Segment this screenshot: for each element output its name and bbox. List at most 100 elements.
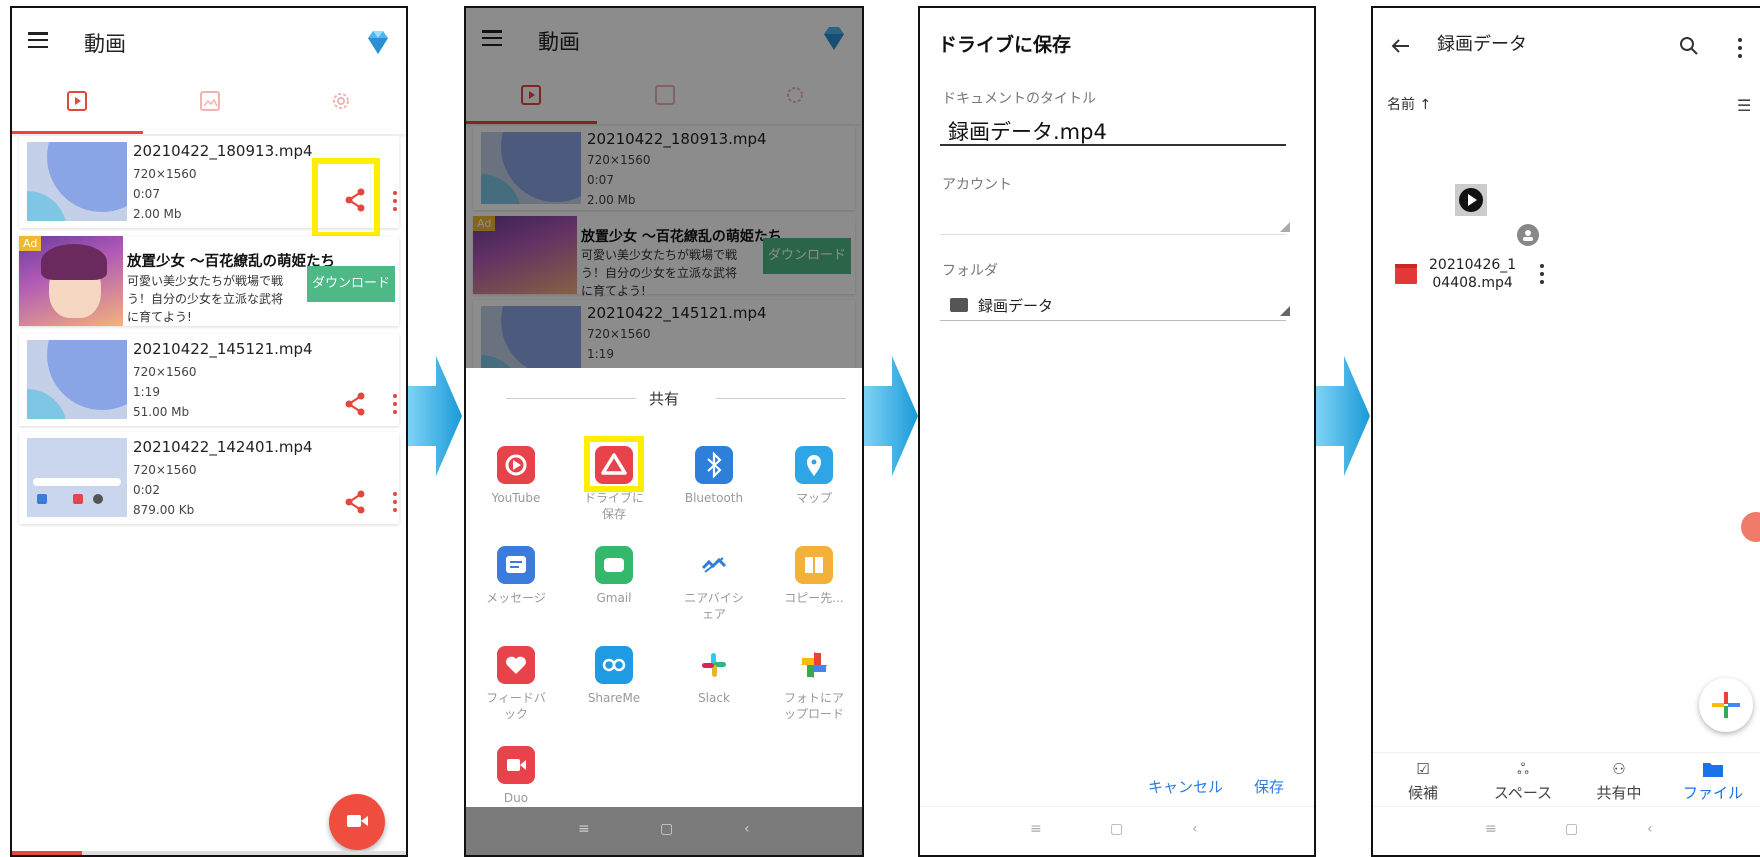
home-icon[interactable]: ▢: [1110, 821, 1123, 837]
shared-people-icon: [1517, 224, 1539, 246]
share-app-photos[interactable]: フォトにアップロード: [766, 646, 862, 722]
account-dropdown-arrow[interactable]: [1280, 222, 1290, 232]
share-icon[interactable]: [344, 392, 366, 416]
tab-bar: [12, 72, 406, 134]
more-options-icon[interactable]: [392, 394, 398, 416]
video-resolution: 720×1560: [133, 365, 197, 379]
tab-images-icon[interactable]: [199, 90, 221, 112]
cancel-button[interactable]: キャンセル: [1148, 776, 1223, 797]
nav-suggested[interactable]: ☑ 候補: [1383, 760, 1463, 803]
share-app-nearby[interactable]: ニアバイシェア: [666, 546, 762, 622]
video-resolution: 720×1560: [133, 463, 197, 477]
file-name[interactable]: 20210426_1 04408.mp4: [1429, 256, 1516, 292]
video-file-name: 20210422_180913.mp4: [133, 142, 313, 160]
system-nav-bar: ≡ ▢ ‹: [1373, 806, 1760, 855]
share-sheet-title: 共有: [648, 390, 679, 408]
nav-files[interactable]: ファイル: [1673, 760, 1753, 803]
recent-apps-icon[interactable]: ≡: [578, 821, 590, 837]
video-file-icon: [1395, 264, 1417, 284]
recent-apps-icon[interactable]: ≡: [1485, 821, 1497, 837]
share-app-youtube[interactable]: YouTube: [468, 446, 564, 506]
video-size: 51.00 Mb: [133, 405, 190, 419]
list-view-icon[interactable]: ☰: [1737, 96, 1751, 115]
system-nav-bar: ≡ ▢ ‹: [920, 806, 1314, 855]
diamond-icon[interactable]: [364, 28, 392, 56]
tab-videos-icon[interactable]: [66, 90, 88, 112]
sort-by-name[interactable]: 名前 ↑: [1387, 94, 1431, 114]
share-app-maps[interactable]: マップ: [766, 446, 862, 506]
folder-title: 録画データ: [1437, 34, 1527, 55]
gmail-icon: [595, 546, 633, 584]
share-sheet: 共有 YouTube ドライブに保存 Bluetooth マップ メッセージ G…: [466, 368, 862, 807]
video-thumbnail: [27, 438, 127, 517]
video-duration: 1:19: [133, 385, 160, 399]
share-app-gmail[interactable]: Gmail: [566, 546, 662, 606]
folder-dropdown-arrow[interactable]: [1280, 306, 1290, 316]
video-item[interactable]: 20210422_145121.mp4 720×1560 1:19 51.00 …: [19, 334, 399, 426]
more-options-icon[interactable]: [392, 492, 398, 514]
video-thumbnail: [27, 142, 127, 221]
arrow-right-icon: [1316, 356, 1370, 476]
ad-banner[interactable]: Ad 放置少女 〜百花繚乱の萌姫たち 可愛い美少女たちが戦場で戦う！自分の少女を…: [19, 236, 399, 326]
overflow-menu-icon[interactable]: [1737, 38, 1743, 60]
share-app-duo[interactable]: Duo: [468, 746, 564, 806]
screen-drive-folder: 録画データ 名前 ↑ ☰ 20210426_1 04408.mp4 ☑ 候補 ஃ…: [1371, 6, 1760, 857]
infinity-icon: [595, 646, 633, 684]
tap-highlight: [312, 158, 380, 238]
account-select[interactable]: [940, 234, 1286, 235]
more-options-icon[interactable]: [392, 191, 398, 213]
video-size: 879.00 Kb: [133, 503, 195, 517]
back-arrow-icon[interactable]: [1391, 38, 1411, 54]
share-app-slack[interactable]: Slack: [666, 646, 762, 706]
nearby-share-icon: [695, 546, 733, 584]
doc-title-label: ドキュメントのタイトル: [942, 91, 1096, 107]
nav-spaces[interactable]: ஃ スペース: [1483, 760, 1563, 803]
folder-select[interactable]: 録画データ: [978, 295, 1053, 316]
video-resolution: 720×1560: [133, 167, 197, 181]
doc-title-input[interactable]: 録画データ.mp4: [948, 116, 1107, 146]
video-item[interactable]: 20210422_142401.mp4 720×1560 0:02 879.00…: [19, 432, 399, 524]
recent-apps-icon[interactable]: ≡: [1030, 821, 1042, 837]
search-icon[interactable]: [1679, 36, 1699, 56]
nav-shared[interactable]: ⚇ 共有中: [1579, 760, 1659, 803]
record-fab-button[interactable]: [329, 794, 385, 850]
share-app-feedback[interactable]: フィードバック: [468, 646, 564, 722]
people-icon: ⚇: [1612, 760, 1626, 778]
slack-icon: [695, 646, 733, 684]
share-app-shareme[interactable]: ShareMe: [566, 646, 662, 706]
back-icon[interactable]: ‹: [1192, 821, 1198, 837]
share-app-messages[interactable]: メッセージ: [468, 546, 564, 606]
file-more-icon[interactable]: [1539, 264, 1545, 286]
page-title: 動画: [84, 32, 126, 56]
active-tab-indicator: [12, 131, 143, 134]
share-app-bluetooth[interactable]: Bluetooth: [666, 446, 762, 506]
plus-icon: [1712, 692, 1740, 718]
menu-icon[interactable]: [28, 32, 48, 49]
floating-edge-button[interactable]: [1741, 512, 1760, 542]
share-icon[interactable]: [344, 490, 366, 514]
share-app-copy[interactable]: コピー先...: [766, 546, 862, 606]
dim-overlay[interactable]: [466, 8, 862, 368]
video-duration: 0:02: [133, 483, 160, 497]
save-button[interactable]: 保存: [1254, 776, 1284, 797]
back-icon[interactable]: ‹: [744, 821, 750, 837]
video-thumbnail: [27, 340, 127, 419]
ad-badge: Ad: [19, 236, 42, 251]
ad-title: 放置少女 〜百花繚乱の萌姫たち: [127, 254, 336, 270]
ad-download-button[interactable]: ダウンロード: [307, 266, 395, 302]
account-label: アカウント: [942, 177, 1012, 193]
video-camera-icon: [497, 746, 535, 784]
message-icon: [497, 546, 535, 584]
screen-share-sheet: 動画 20210422_180913.mp4 720×1560 0:07 2.0…: [464, 6, 864, 857]
file-thumbnail[interactable]: [1455, 184, 1487, 216]
back-icon[interactable]: ‹: [1647, 821, 1653, 837]
tab-settings-icon[interactable]: [330, 90, 352, 112]
new-fab-button[interactable]: [1699, 678, 1753, 732]
home-icon[interactable]: ▢: [660, 821, 673, 837]
video-file-name: 20210422_142401.mp4: [133, 438, 313, 456]
arrow-right-icon: [408, 356, 462, 476]
youtube-icon: [497, 446, 535, 484]
video-file-name: 20210422_145121.mp4: [133, 340, 313, 358]
system-nav-bar: ≡ ▢ ‹: [466, 807, 862, 855]
home-icon[interactable]: ▢: [1565, 821, 1578, 837]
